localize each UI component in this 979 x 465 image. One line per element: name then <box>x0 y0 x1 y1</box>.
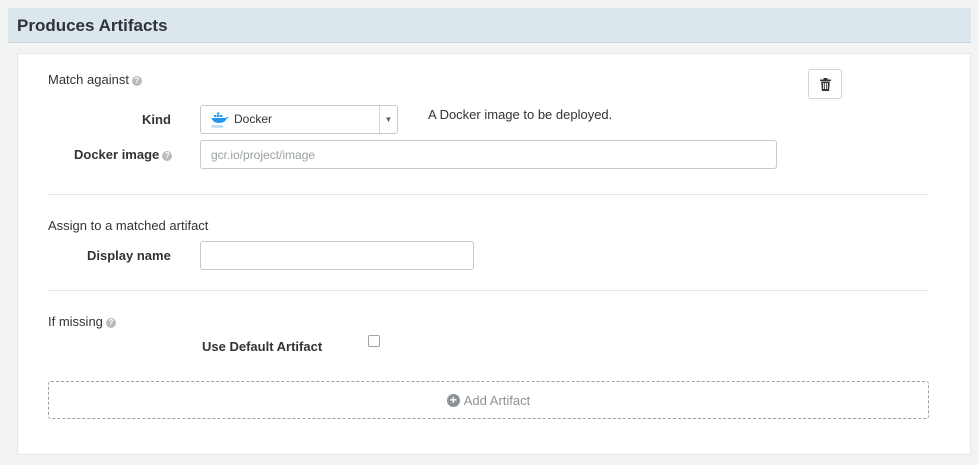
help-icon[interactable]: ? <box>131 76 142 86</box>
help-icon[interactable]: ? <box>105 318 116 328</box>
docker-image-label-text: Docker image <box>74 147 160 162</box>
docker-logo-icon: docker <box>211 112 229 128</box>
section-header: Produces Artifacts <box>8 8 971 43</box>
trash-icon <box>819 77 831 91</box>
delete-artifact-button[interactable] <box>808 69 842 99</box>
add-artifact-button[interactable]: + Add Artifact <box>48 381 929 419</box>
assign-label: Assign to a matched artifact <box>48 218 209 233</box>
display-name-label: Display name <box>87 248 171 263</box>
kind-description: A Docker image to be deployed. <box>428 107 613 122</box>
docker-image-label: Docker image? <box>74 147 173 162</box>
match-against-text: Match against <box>48 72 129 87</box>
display-name-input[interactable] <box>200 241 474 270</box>
divider <box>48 194 928 195</box>
kind-select[interactable]: docker Docker ▼ <box>200 105 398 134</box>
kind-label: Kind <box>142 112 171 127</box>
artifact-panel: Match against? Kind docker Docker ▼ A Do… <box>17 53 971 455</box>
plus-circle-icon: + <box>446 393 460 407</box>
kind-select-value: Docker <box>234 112 273 126</box>
divider <box>48 290 928 291</box>
match-against-label: Match against? <box>48 72 142 87</box>
if-missing-text: If missing <box>48 314 103 329</box>
docker-image-input[interactable] <box>200 140 777 169</box>
use-default-artifact-checkbox[interactable] <box>368 335 380 347</box>
docker-logo-text: docker <box>212 124 225 129</box>
help-icon[interactable]: ? <box>162 151 173 161</box>
use-default-artifact-label: Use Default Artifact <box>202 339 323 354</box>
if-missing-label: If missing? <box>48 314 116 329</box>
chevron-down-icon[interactable]: ▼ <box>379 106 397 133</box>
add-artifact-label: Add Artifact <box>463 392 531 408</box>
section-title: Produces Artifacts <box>17 16 168 35</box>
